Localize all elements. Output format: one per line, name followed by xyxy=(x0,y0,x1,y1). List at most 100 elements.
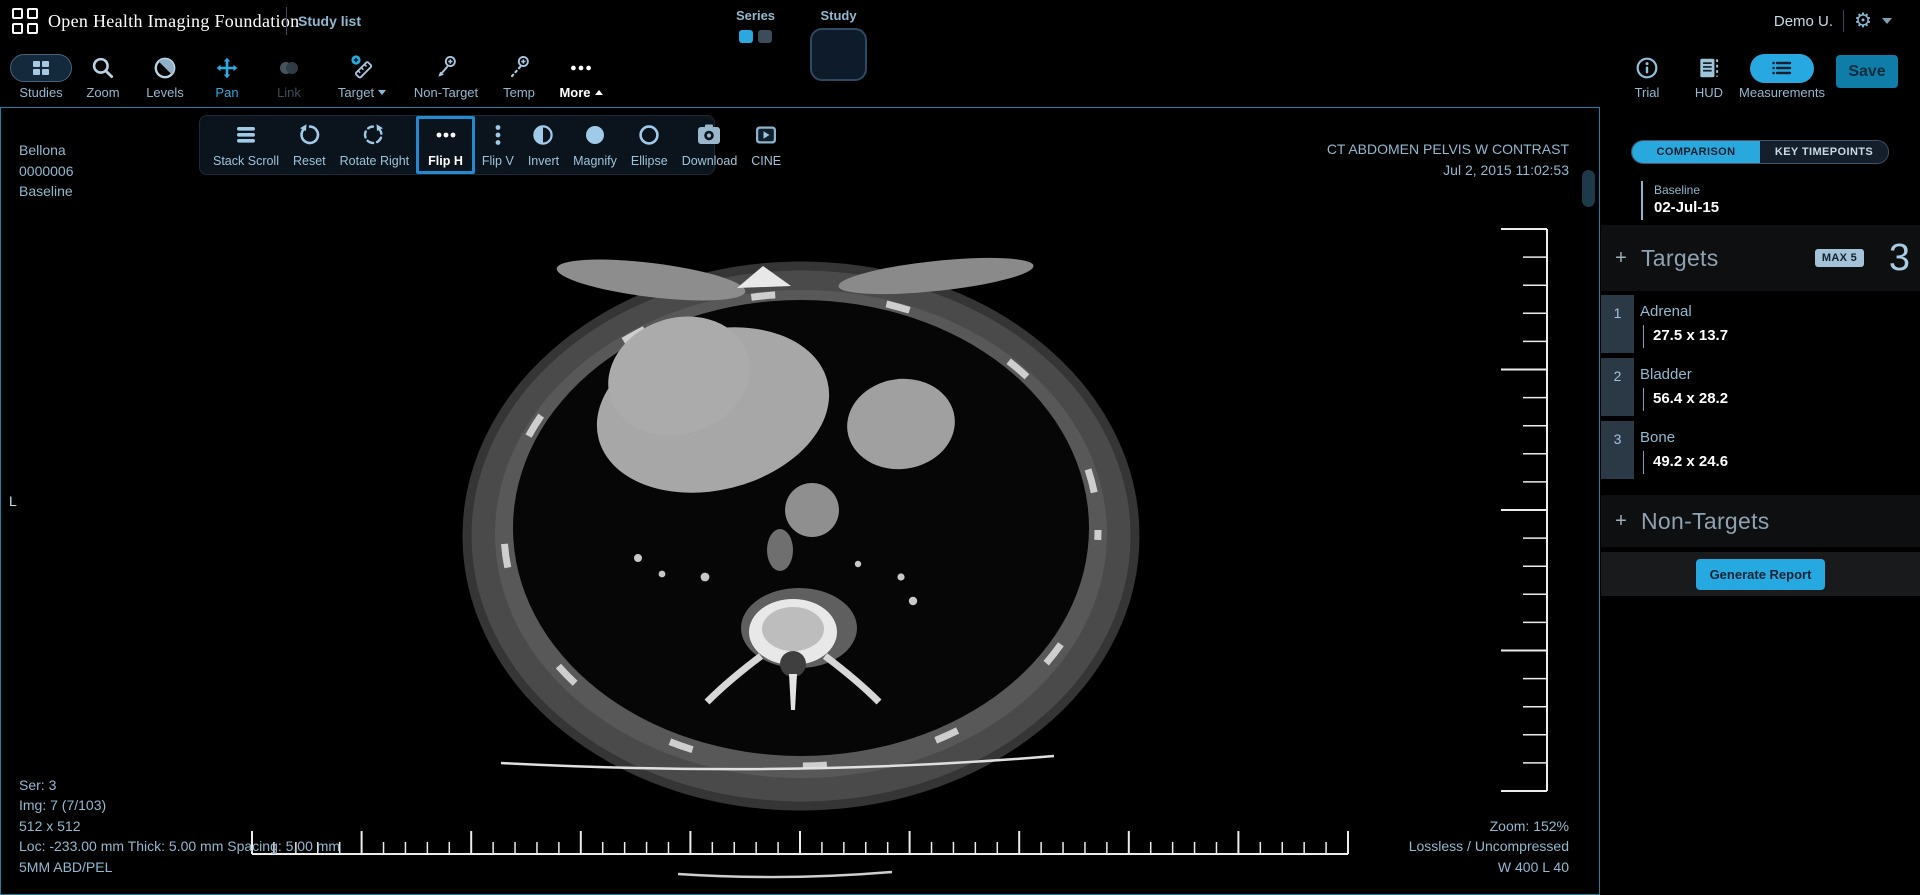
tool-levels[interactable]: Levels xyxy=(134,44,196,100)
ellipse-icon xyxy=(636,123,662,152)
app-logo[interactable]: Open Health Imaging Foundation xyxy=(12,8,299,34)
levels-icon xyxy=(152,53,178,83)
target-measurement: 56.4 x 28.2 xyxy=(1643,388,1728,411)
target-ruler-icon xyxy=(348,53,376,83)
subtool-invert[interactable]: Invert xyxy=(521,116,566,174)
user-menu[interactable]: Demo U. ⚙ xyxy=(1774,10,1892,32)
subtool-magnify[interactable]: Magnify xyxy=(566,116,624,174)
target-row-bone[interactable]: 3 Bone 49.2 x 24.6 xyxy=(1601,421,1920,481)
target-index: 2 xyxy=(1601,358,1634,416)
tool-link[interactable]: TargetLink xyxy=(258,44,320,100)
reset-icon xyxy=(296,123,322,152)
targets-count: 3 xyxy=(1889,237,1910,280)
target-measurement: 27.5 x 13.7 xyxy=(1643,325,1728,348)
zoom-icon xyxy=(90,53,116,83)
study-label: Study xyxy=(810,8,867,23)
sidebar-tabs: COMPARISON KEY TIMEPOINTS xyxy=(1631,140,1889,164)
app-title: Open Health Imaging Foundation xyxy=(48,11,299,32)
chevron-down-icon xyxy=(1882,18,1892,24)
measurements-sidebar: COMPARISON KEY TIMEPOINTS Baseline 02-Ju… xyxy=(1601,107,1920,895)
chevron-up-icon xyxy=(595,90,603,95)
target-label: Bladder xyxy=(1640,366,1692,383)
subtool-ellipse[interactable]: Ellipse xyxy=(624,116,675,174)
tool-zoom[interactable]: Zoom xyxy=(72,44,134,100)
targets-title: Targets xyxy=(1641,245,1719,272)
list-icon xyxy=(1750,54,1814,83)
hud-panel-icon xyxy=(1696,53,1722,83)
timepoint-label: Baseline xyxy=(1654,183,1719,197)
flip-h-icon xyxy=(433,123,459,152)
non-targets-title: Non-Targets xyxy=(1641,508,1770,535)
magnify-icon xyxy=(582,123,608,152)
study-list-link[interactable]: Study list xyxy=(298,13,361,29)
overlay-study-info: CT ABDOMEN PELVIS W CONTRAST Jul 2, 2015… xyxy=(1327,139,1569,180)
ohif-logo-icon xyxy=(12,8,38,34)
save-button[interactable]: Save xyxy=(1836,55,1898,88)
rotate-right-icon xyxy=(361,123,387,152)
image-viewport[interactable]: Stack Scroll Reset Rotate Right Flip H F… xyxy=(0,107,1600,895)
overlay-image-settings: Zoom: 152% Lossless / Uncompressed W 400… xyxy=(1409,816,1569,878)
timepoint-baseline[interactable]: Baseline 02-Jul-15 xyxy=(1641,181,1719,220)
orientation-marker-left: L xyxy=(9,491,17,512)
expand-plus-icon[interactable]: + xyxy=(1601,247,1641,270)
subtool-flip-h[interactable]: Flip H xyxy=(416,116,475,174)
tool-non-target[interactable]: Non-Target xyxy=(404,44,488,100)
target-label: Adrenal xyxy=(1640,303,1692,320)
target-row-bladder[interactable]: 2 Bladder 56.4 x 28.2 xyxy=(1601,358,1920,418)
tool-more[interactable]: More xyxy=(550,44,612,100)
flip-v-icon xyxy=(485,123,511,152)
subtool-reset[interactable]: Reset xyxy=(286,116,333,174)
main-toolbar: Studies Zoom Levels Pan xyxy=(0,44,1920,107)
target-index: 3 xyxy=(1601,421,1634,479)
subtool-stack-scroll[interactable]: Stack Scroll xyxy=(206,116,286,174)
series-thumbnails: Series xyxy=(736,8,775,43)
ohif-viewer-app: Open Health Imaging Foundation Study lis… xyxy=(0,0,1920,895)
invert-icon xyxy=(530,123,556,152)
overlay-series-info: Ser: 3 Img: 7 (7/103) 512 x 512 Loc: -23… xyxy=(19,775,340,878)
non-target-icon xyxy=(433,53,459,83)
target-index: 1 xyxy=(1601,295,1634,353)
tab-comparison[interactable]: COMPARISON xyxy=(1632,141,1760,163)
link-icon xyxy=(275,53,303,83)
chevron-down-icon xyxy=(378,90,386,95)
tool-studies[interactable]: Studies xyxy=(10,44,72,100)
expand-plus-icon[interactable]: + xyxy=(1601,510,1641,533)
tool-target[interactable]: Target xyxy=(320,44,404,100)
tool-pan[interactable]: Pan xyxy=(196,44,258,100)
info-icon xyxy=(1634,53,1660,83)
timepoint-date: 02-Jul-15 xyxy=(1654,199,1719,216)
pan-icon xyxy=(214,53,240,83)
target-row-adrenal[interactable]: 1 Adrenal 27.5 x 13.7 xyxy=(1601,295,1920,355)
subtool-download[interactable]: Download xyxy=(675,116,745,174)
tab-key-timepoints[interactable]: KEY TIMEPOINTS xyxy=(1760,141,1888,163)
stack-scroll-icon xyxy=(233,123,259,152)
report-band: Generate Report xyxy=(1601,552,1920,596)
non-targets-section-header[interactable]: + Non-Targets xyxy=(1601,495,1920,547)
tool-hud[interactable]: HUD xyxy=(1678,44,1740,100)
tool-measurements[interactable]: Measurements xyxy=(1740,44,1824,100)
series-thumb-idle[interactable] xyxy=(758,30,772,43)
temp-icon xyxy=(506,53,532,83)
top-header: Open Health Imaging Foundation Study lis… xyxy=(0,0,1920,44)
tool-temp[interactable]: Temp xyxy=(488,44,550,100)
header-divider xyxy=(286,7,287,35)
subtool-cine[interactable]: CINE xyxy=(744,116,788,174)
series-thumb-active[interactable] xyxy=(739,30,753,43)
gear-icon[interactable]: ⚙ xyxy=(1854,11,1872,31)
subtool-flip-v[interactable]: Flip V xyxy=(475,116,521,174)
grid-icon xyxy=(10,54,72,82)
play-icon xyxy=(753,123,779,152)
more-dots-icon xyxy=(568,53,594,83)
generate-report-button[interactable]: Generate Report xyxy=(1696,559,1826,590)
subtool-rotate-right[interactable]: Rotate Right xyxy=(333,116,416,174)
series-label: Series xyxy=(736,8,775,23)
user-name: Demo U. xyxy=(1774,13,1833,30)
targets-section-header[interactable]: + Targets MAX 5 3 xyxy=(1601,225,1920,291)
overlay-patient-info: Bellona 0000006 Baseline xyxy=(19,140,74,202)
more-tools-panel: Stack Scroll Reset Rotate Right Flip H F… xyxy=(199,115,715,175)
tool-trial[interactable]: Trial xyxy=(1616,44,1678,100)
camera-icon xyxy=(695,123,723,152)
target-label: Bone xyxy=(1640,429,1675,446)
viewport-scrollbar-thumb[interactable] xyxy=(1582,170,1595,207)
target-measurement: 49.2 x 24.6 xyxy=(1643,451,1728,474)
